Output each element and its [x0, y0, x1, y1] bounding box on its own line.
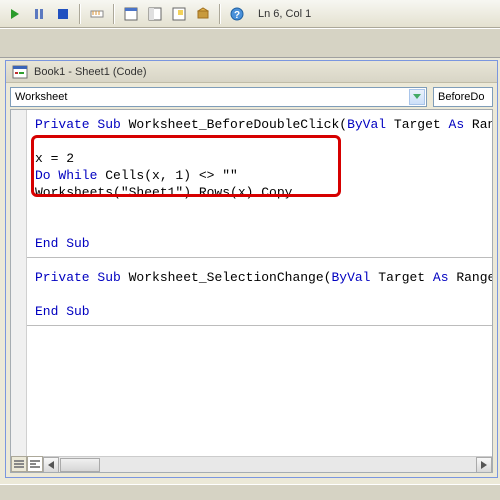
object-browser-button[interactable]	[168, 3, 190, 25]
procedure-view-button[interactable]	[11, 456, 27, 472]
cursor-position: Ln 6, Col 1	[258, 8, 311, 20]
code-text: Private Sub Worksheet_BeforeDoubleClick(…	[35, 116, 488, 320]
margin-indicator-bar	[11, 110, 27, 456]
window-icon	[124, 7, 138, 21]
scroll-right-icon[interactable]	[476, 457, 492, 473]
scroll-thumb[interactable]	[60, 458, 100, 472]
procedure-separator	[27, 325, 492, 326]
chevron-down-icon	[409, 89, 425, 105]
toolbox-button[interactable]	[192, 3, 214, 25]
separator	[79, 4, 81, 24]
code-module-icon	[12, 64, 28, 80]
mdi-background	[0, 28, 500, 58]
project-explorer-button[interactable]	[120, 3, 142, 25]
code-window: Book1 - Sheet1 (Code) Worksheet BeforeDo…	[5, 60, 498, 478]
horizontal-scrollbar[interactable]	[43, 456, 492, 472]
view-mode-buttons	[11, 456, 43, 472]
help-button[interactable]: ?	[226, 3, 248, 25]
object-dropdown-value: Worksheet	[15, 91, 67, 103]
main-toolbar: ? Ln 6, Col 1	[0, 0, 500, 28]
code-editor[interactable]: Private Sub Worksheet_BeforeDoubleClick(…	[10, 109, 493, 473]
pause-icon	[34, 9, 44, 19]
stop-button[interactable]	[52, 3, 74, 25]
browser-icon	[172, 7, 186, 21]
proc-view-icon	[14, 460, 24, 468]
full-view-icon	[30, 460, 40, 468]
toolbox-icon	[196, 7, 210, 21]
hand-icon	[148, 7, 162, 21]
scroll-track[interactable]	[100, 457, 476, 472]
continue-button[interactable]	[4, 3, 26, 25]
procedure-separator	[27, 257, 492, 258]
dropdown-row: Worksheet BeforeDo	[6, 83, 497, 107]
design-mode-button[interactable]	[86, 3, 108, 25]
help-icon: ?	[230, 7, 244, 21]
stop-icon	[58, 9, 68, 19]
svg-text:?: ?	[234, 10, 240, 21]
separator	[219, 4, 221, 24]
ruler-icon	[90, 7, 104, 21]
procedure-dropdown-value: BeforeDo	[438, 91, 484, 103]
pause-button[interactable]	[28, 3, 50, 25]
code-window-title: Book1 - Sheet1 (Code)	[34, 66, 147, 78]
window-frame-bottom	[0, 484, 500, 500]
play-icon	[10, 9, 20, 19]
separator	[113, 4, 115, 24]
properties-button[interactable]	[144, 3, 166, 25]
scroll-left-icon[interactable]	[43, 457, 59, 473]
code-window-titlebar[interactable]: Book1 - Sheet1 (Code)	[6, 61, 497, 83]
full-module-view-button[interactable]	[27, 456, 43, 472]
procedure-dropdown[interactable]: BeforeDo	[433, 87, 493, 107]
object-dropdown[interactable]: Worksheet	[10, 87, 427, 107]
